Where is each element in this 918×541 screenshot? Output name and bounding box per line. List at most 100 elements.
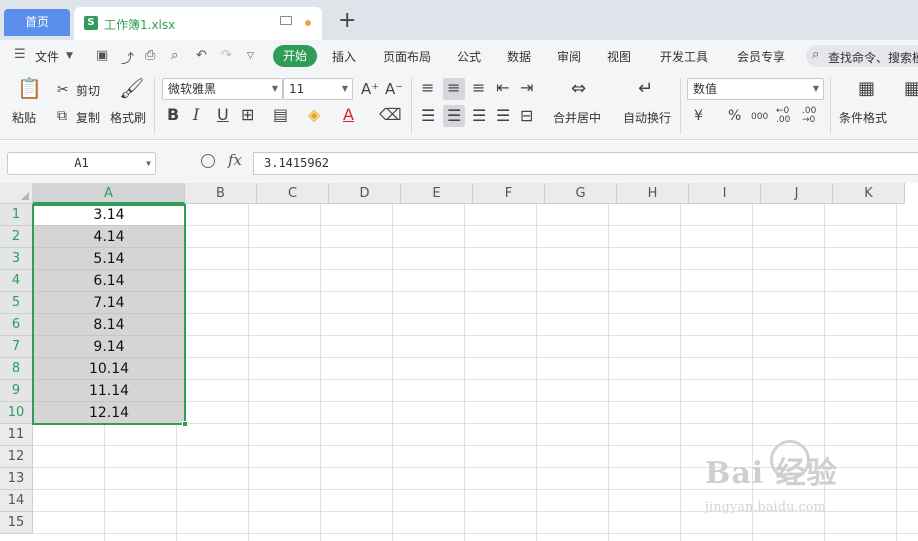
cell-a10[interactable]: 12.14 xyxy=(33,402,185,424)
format-painter-icon[interactable]: 🖌 xyxy=(119,78,144,98)
column-header-f[interactable]: F xyxy=(473,183,545,204)
column-header-c[interactable]: C xyxy=(257,183,329,204)
cell-a2[interactable]: 4.14 xyxy=(33,226,185,248)
column-header-j[interactable]: J xyxy=(761,183,833,204)
italic-icon[interactable]: I xyxy=(193,107,199,123)
row-header[interactable]: 5 xyxy=(0,292,33,314)
fill-color-icon[interactable]: ◈ xyxy=(308,107,320,123)
cell-a7[interactable]: 9.14 xyxy=(33,336,185,358)
menu-view[interactable]: 视图 xyxy=(607,48,631,65)
increase-decimal-icon[interactable]: ←0 .00 xyxy=(776,107,792,125)
format-painter-button[interactable]: 格式刷 xyxy=(110,109,146,126)
row-header[interactable]: 15 xyxy=(0,512,33,534)
cell-a1[interactable]: 3.14 xyxy=(33,204,185,226)
wrap-text-icon[interactable]: ↵ xyxy=(638,80,653,98)
row-header[interactable]: 11 xyxy=(0,424,33,446)
align-left-icon[interactable]: ☰ xyxy=(421,108,435,124)
row-header[interactable]: 9 xyxy=(0,380,33,402)
align-top-icon[interactable]: ≡ xyxy=(421,80,434,96)
increase-font-icon[interactable]: A⁺ xyxy=(361,81,379,97)
clear-format-icon[interactable]: ⌫ xyxy=(379,107,402,123)
save-icon[interactable]: ▣ xyxy=(96,48,108,63)
fill-handle[interactable] xyxy=(182,421,188,427)
column-header-h[interactable]: H xyxy=(617,183,689,204)
menu-data[interactable]: 数据 xyxy=(507,48,531,65)
menu-page-layout[interactable]: 页面布局 xyxy=(383,48,431,65)
bold-icon[interactable]: B xyxy=(167,107,179,123)
indent-increase-icon[interactable]: ⇥ xyxy=(520,80,533,96)
row-header[interactable]: 1 xyxy=(0,204,33,226)
distributed-icon[interactable]: ⊟ xyxy=(520,108,533,124)
font-size-select[interactable]: 11 ▼ xyxy=(283,78,353,100)
formula-input[interactable]: 3.1415962 xyxy=(253,152,918,175)
percent-icon[interactable]: % xyxy=(728,108,741,124)
align-right-icon[interactable]: ☰ xyxy=(472,108,486,124)
cell-a5[interactable]: 7.14 xyxy=(33,292,185,314)
column-header-a[interactable]: A xyxy=(33,183,185,204)
command-search[interactable]: ⌕ 查找命令、搜索模板 xyxy=(806,45,918,67)
cut-button[interactable]: 剪切 xyxy=(76,82,100,99)
cell-a6[interactable]: 8.14 xyxy=(33,314,185,336)
column-header-e[interactable]: E xyxy=(401,183,473,204)
paste-button[interactable]: 粘贴 xyxy=(12,109,36,126)
cell-a4[interactable]: 6.14 xyxy=(33,270,185,292)
row-header[interactable]: 8 xyxy=(0,358,33,380)
column-header-b[interactable]: B xyxy=(185,183,257,204)
copy-icon[interactable]: ⧉ xyxy=(57,108,67,124)
menu-member[interactable]: 会员专享 xyxy=(737,48,785,65)
column-header-g[interactable]: G xyxy=(545,183,617,204)
cell-style-icon[interactable]: ▤ xyxy=(273,107,288,123)
paste-icon[interactable]: 📋 xyxy=(17,78,42,98)
row-header[interactable]: 2 xyxy=(0,226,33,248)
chevron-down-icon[interactable]: ▼ xyxy=(66,51,73,61)
column-header-i[interactable]: I xyxy=(689,183,761,204)
quick-access-more-icon[interactable]: ▽ xyxy=(247,51,254,61)
indent-decrease-icon[interactable]: ⇤ xyxy=(496,80,509,96)
currency-icon[interactable]: ¥ xyxy=(694,108,703,124)
thousands-separator-icon[interactable]: 000 xyxy=(751,109,768,125)
name-box[interactable]: A1 ▼ xyxy=(7,152,156,175)
decrease-font-icon[interactable]: A⁻ xyxy=(385,81,403,97)
wrap-text-button[interactable]: 自动换行 xyxy=(623,109,671,126)
merge-center-icon[interactable]: ⇔ xyxy=(571,80,586,98)
font-color-icon[interactable]: A xyxy=(343,107,354,123)
tab-workbook[interactable]: S 工作簿1.xlsx xyxy=(74,7,322,40)
cell-a9[interactable]: 11.14 xyxy=(33,380,185,402)
menu-insert[interactable]: 插入 xyxy=(332,48,356,65)
border-icon[interactable]: ⊞ xyxy=(241,107,254,123)
cell-a8[interactable]: 10.14 xyxy=(33,358,185,380)
cell-a3[interactable]: 5.14 xyxy=(33,248,185,270)
row-header[interactable]: 10 xyxy=(0,402,33,424)
row-header[interactable]: 6 xyxy=(0,314,33,336)
merge-center-button[interactable]: 合并居中 xyxy=(553,109,601,126)
align-bottom-icon[interactable]: ≡ xyxy=(472,80,485,96)
export-icon[interactable]: ⤴ xyxy=(121,48,134,67)
row-header[interactable]: 3 xyxy=(0,248,33,270)
conditional-format-button[interactable]: 条件格式 xyxy=(839,109,887,126)
font-name-select[interactable]: 微软雅黑 ▼ xyxy=(162,78,283,100)
row-header[interactable]: 13 xyxy=(0,468,33,490)
insert-function-icon[interactable]: fx xyxy=(228,151,242,169)
menu-formulas[interactable]: 公式 xyxy=(457,48,481,65)
justify-icon[interactable]: ☰ xyxy=(496,108,510,124)
monitor-icon[interactable] xyxy=(280,16,292,25)
redo-icon[interactable]: ↷ xyxy=(221,48,232,63)
menu-file[interactable]: 文件 xyxy=(35,48,59,65)
column-header-d[interactable]: D xyxy=(329,183,401,204)
row-header[interactable]: 4 xyxy=(0,270,33,292)
column-header-k[interactable]: K xyxy=(833,183,905,204)
menu-home[interactable]: 开始 xyxy=(273,45,317,67)
new-tab-button[interactable]: + xyxy=(338,9,356,33)
decrease-decimal-icon[interactable]: .00 →0 xyxy=(802,107,818,125)
print-icon[interactable]: ⎙ xyxy=(145,48,155,63)
menu-developer[interactable]: 开发工具 xyxy=(660,48,708,65)
menu-review[interactable]: 审阅 xyxy=(557,48,581,65)
row-header[interactable]: 14 xyxy=(0,490,33,512)
tab-home[interactable]: 首页 xyxy=(4,9,70,36)
undo-icon[interactable]: ↶ xyxy=(196,48,207,63)
copy-button[interactable]: 复制 xyxy=(76,109,100,126)
number-format-select[interactable]: 数值 ▼ xyxy=(687,78,824,100)
underline-icon[interactable]: U xyxy=(217,107,229,123)
row-header[interactable]: 12 xyxy=(0,446,33,468)
row-header[interactable]: 7 xyxy=(0,336,33,358)
